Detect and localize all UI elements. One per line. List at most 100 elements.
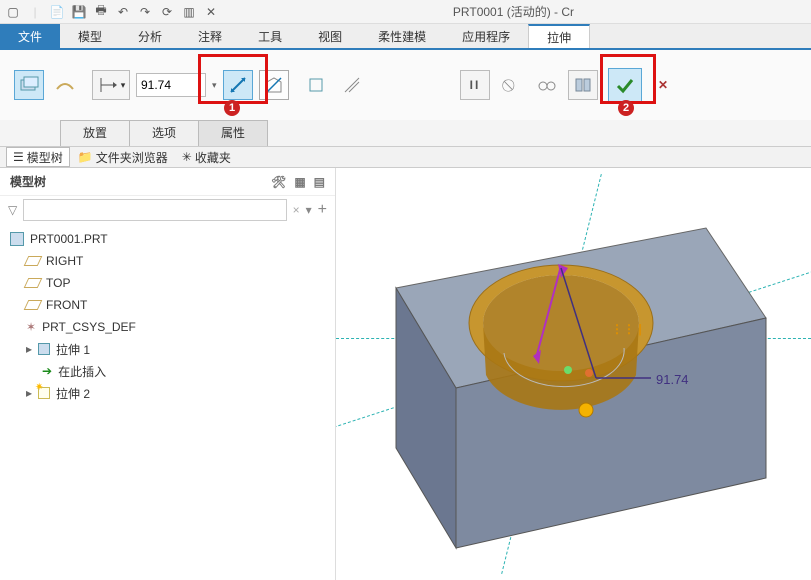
flip2-icon [341, 74, 363, 96]
viewport-3d[interactable]: ⋮⋮ | 91.74 [335, 168, 811, 580]
save-icon[interactable]: 💾 [70, 3, 88, 21]
show-icon[interactable]: ▤ [314, 175, 325, 189]
open-icon[interactable]: 📄 [48, 3, 66, 21]
remove-material-icon [263, 74, 285, 96]
tab-apps[interactable]: 应用程序 [444, 24, 528, 48]
undo-icon[interactable]: ↶ [114, 3, 132, 21]
model-tree-pane: 模型树 🛠 ▦ ▤ ▽ × ▾ + PRT0001.PRT RIGHT TOP … [0, 168, 335, 580]
nav-modeltree[interactable]: ☰ 模型树 [6, 147, 70, 167]
csys-icon: ✶ [26, 320, 36, 334]
tree-root[interactable]: PRT0001.PRT [4, 228, 331, 250]
solid-button[interactable] [14, 70, 44, 100]
nav-modeltree-label: 模型树 [27, 149, 63, 166]
depth-blind-icon [97, 74, 119, 96]
regen-icon[interactable]: ⟳ [158, 3, 176, 21]
extrude1-label: 拉伸 1 [56, 341, 90, 358]
plane-label: FRONT [46, 298, 87, 312]
nav-fav-label: 收藏夹 [195, 149, 231, 166]
sep-icon: | [26, 3, 44, 21]
csys-label: PRT_CSYS_DEF [42, 320, 136, 334]
arrow-icon: ➔ [42, 364, 52, 378]
flip-thicken-button[interactable] [337, 70, 367, 100]
tab-model[interactable]: 模型 [60, 24, 120, 48]
subtab-properties[interactable]: 属性 [198, 120, 268, 146]
folder-icon: 📁 [78, 150, 93, 164]
no-preview-button[interactable]: ⃠ [496, 70, 526, 100]
expand-icon[interactable]: ▸ [26, 386, 32, 400]
close-icon[interactable]: ✕ [202, 3, 220, 21]
tree-csys[interactable]: ✶ PRT_CSYS_DEF [4, 316, 331, 338]
tab-flex[interactable]: 柔性建模 [360, 24, 444, 48]
annotation-badge-2: 2 [618, 100, 634, 116]
tree-extrude-2[interactable]: ▸ ✷ 拉伸 2 [4, 382, 331, 404]
tab-analysis[interactable]: 分析 [120, 24, 180, 48]
surface-button[interactable] [50, 70, 80, 100]
verify-button[interactable] [532, 70, 562, 100]
tree-plane-right[interactable]: RIGHT [4, 250, 331, 272]
chevron-down-icon[interactable]: ▾ [212, 80, 217, 91]
filter-icon[interactable]: ▽ [8, 203, 17, 217]
star-icon: ✳ [182, 150, 192, 164]
model-geometry: ⋮⋮ | [336, 168, 811, 580]
part-icon [10, 232, 24, 246]
expand-icon[interactable]: ▸ [26, 342, 32, 356]
tree-insert-here[interactable]: ➔ 在此插入 [4, 360, 331, 382]
solid-icon [18, 74, 40, 96]
add-icon[interactable]: + [318, 201, 327, 219]
tab-extrude[interactable]: 拉伸 [528, 24, 590, 48]
pause-icon: II [470, 78, 481, 92]
group-depth: ▾ ▾ [92, 70, 217, 100]
annotation-badge-1: 1 [224, 100, 240, 116]
settings-icon[interactable]: ▦ [294, 175, 305, 189]
tab-annotate[interactable]: 注释 [180, 24, 240, 48]
chevron-down-icon: ▾ [121, 80, 126, 91]
insert-label: 在此插入 [58, 363, 106, 380]
tab-file[interactable]: 文件 [0, 24, 60, 48]
tree-search-input[interactable] [23, 199, 286, 221]
tree-plane-top[interactable]: TOP [4, 272, 331, 294]
plane-icon [24, 300, 43, 310]
cancel-button[interactable]: ✕ [648, 70, 678, 100]
quick-access-toolbar: ▢ | 📄 💾 🖶 ↶ ↷ ⟳ ▥ ✕ [4, 3, 220, 21]
tool-icon[interactable]: 🛠 [271, 175, 286, 189]
plane-icon [24, 278, 43, 288]
depth-input[interactable] [136, 73, 206, 97]
windows-icon[interactable]: ▥ [180, 3, 198, 21]
nav-favorites[interactable]: ✳ 收藏夹 [176, 147, 237, 167]
group-type [14, 70, 80, 100]
group-thicken [301, 70, 367, 100]
flip-direction-button[interactable] [223, 70, 253, 100]
plane-label: RIGHT [46, 254, 83, 268]
ribbon-tabs: 文件 模型 分析 注释 工具 视图 柔性建模 应用程序 拉伸 [0, 24, 811, 50]
subtab-options[interactable]: 选项 [129, 120, 199, 146]
tab-tools[interactable]: 工具 [240, 24, 300, 48]
thicken-button[interactable] [301, 70, 331, 100]
dropdown-icon[interactable]: ▾ [306, 203, 312, 217]
clear-icon[interactable]: × [293, 203, 300, 217]
remove-material-button[interactable] [259, 70, 289, 100]
extrude-icon [38, 343, 50, 355]
thicken-icon [305, 74, 327, 96]
nav-folder[interactable]: 📁 文件夹浏览器 [72, 147, 174, 167]
tree-plane-front[interactable]: FRONT [4, 294, 331, 316]
attach-button[interactable] [568, 70, 598, 100]
plane-icon [24, 256, 43, 266]
pause-button[interactable]: II [460, 70, 490, 100]
depth-type-button[interactable]: ▾ [92, 70, 130, 100]
tree-extrude-1[interactable]: ▸ 拉伸 1 [4, 338, 331, 360]
new-icon[interactable]: ▢ [4, 3, 22, 21]
group-confirm: ✕ [608, 68, 678, 102]
title-bar: ▢ | 📄 💾 🖶 ↶ ↷ ⟳ ▥ ✕ PRT0001 (活动的) - Cr [0, 0, 811, 24]
flip-icon [227, 74, 249, 96]
surface-icon [54, 74, 76, 96]
subtab-placement[interactable]: 放置 [60, 120, 130, 146]
print-icon[interactable]: 🖶 [92, 3, 110, 21]
redo-icon[interactable]: ↷ [136, 3, 154, 21]
dimension-label[interactable]: 91.74 [656, 372, 689, 387]
model-tree: PRT0001.PRT RIGHT TOP FRONT ✶ PRT_CSYS_D… [0, 224, 335, 580]
tree-header-label: 模型树 [10, 173, 46, 190]
tab-view[interactable]: 视图 [300, 24, 360, 48]
ok-button[interactable] [608, 68, 642, 102]
feature-subtabs: 放置 选项 属性 [0, 120, 811, 146]
tree-root-label: PRT0001.PRT [30, 232, 108, 246]
